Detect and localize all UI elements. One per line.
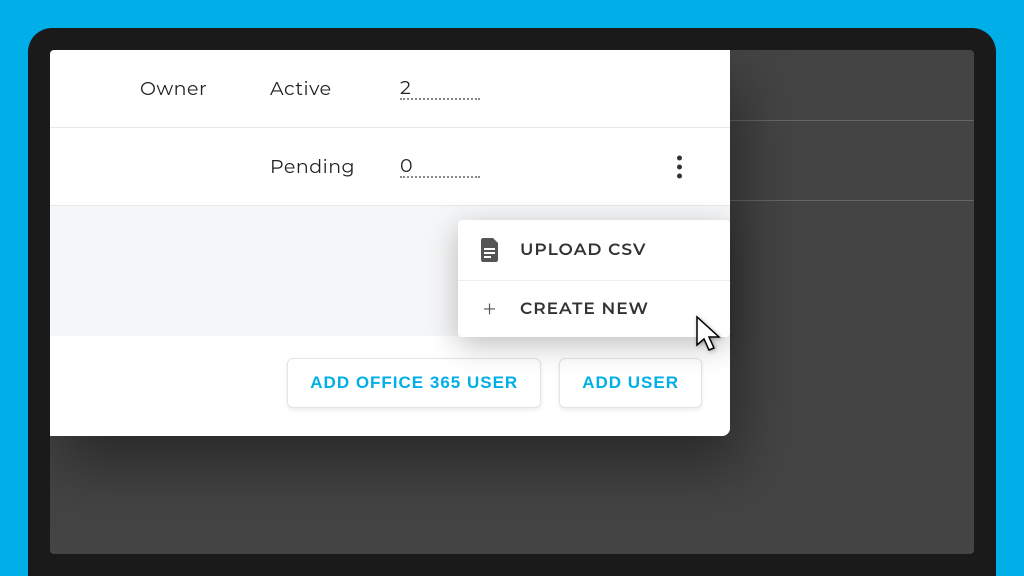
plus-icon: + bbox=[480, 299, 500, 319]
add-office-365-user-button[interactable]: ADD OFFICE 365 USER bbox=[287, 358, 541, 408]
table-row[interactable]: Owner Active 2 bbox=[50, 50, 730, 128]
create-new-menu-item[interactable]: + CREATE NEW bbox=[458, 281, 730, 337]
add-user-dropdown: UPLOAD CSV + CREATE NEW bbox=[458, 220, 730, 337]
count-cell[interactable]: 2 bbox=[400, 78, 480, 100]
add-user-button[interactable]: ADD USER bbox=[559, 358, 702, 408]
device-frame: Owner Active 2 Pending 0 ADD OFFICE 365 … bbox=[28, 28, 996, 576]
role-cell: Owner bbox=[70, 77, 230, 100]
panel-footer: ADD OFFICE 365 USER ADD USER bbox=[50, 336, 730, 436]
status-cell: Pending bbox=[230, 155, 400, 178]
upload-csv-menu-item[interactable]: UPLOAD CSV bbox=[458, 220, 730, 281]
document-icon bbox=[480, 238, 500, 262]
kebab-menu-icon[interactable] bbox=[669, 147, 690, 186]
table-row[interactable]: Pending 0 bbox=[50, 128, 730, 206]
screen-background: Owner Active 2 Pending 0 ADD OFFICE 365 … bbox=[50, 50, 974, 554]
count-cell[interactable]: 0 bbox=[400, 156, 480, 178]
status-cell: Active bbox=[230, 77, 400, 100]
menu-item-label: UPLOAD CSV bbox=[520, 240, 646, 260]
menu-item-label: CREATE NEW bbox=[520, 299, 649, 319]
